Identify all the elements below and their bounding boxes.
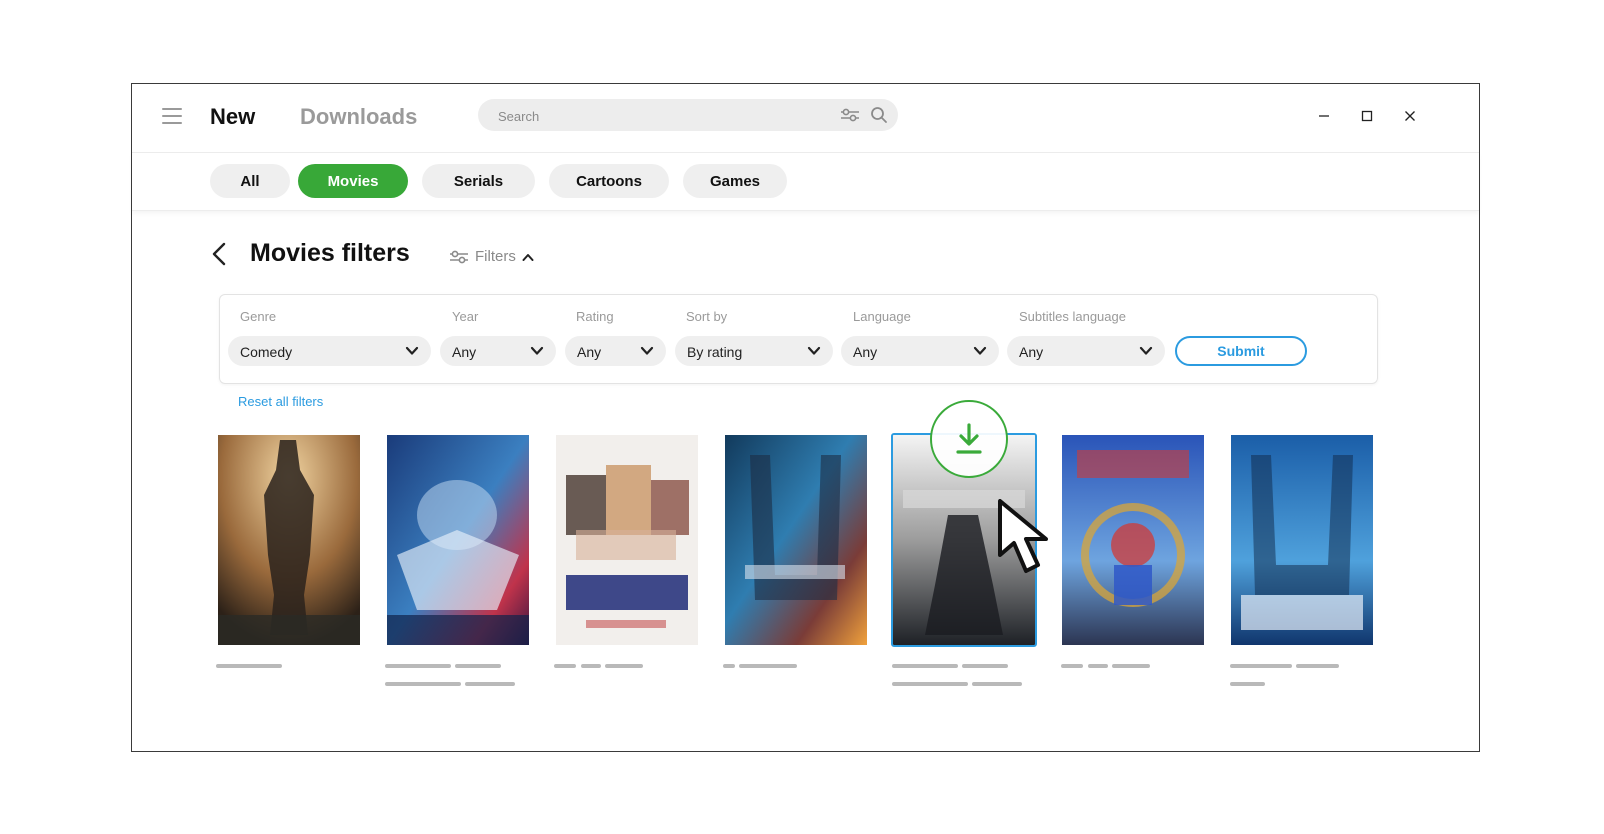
genre-select[interactable]: Comedy [228,336,431,366]
title-placeholder [739,664,797,668]
poster-image [556,435,698,645]
filters-toggle-label: Filters [475,248,516,265]
chevron-down-icon [405,346,419,355]
title-placeholder [962,664,1008,668]
movie-poster-7[interactable] [1231,435,1373,645]
year-label: Year [452,309,479,324]
nav-new[interactable]: New [210,104,255,130]
language-value: Any [853,344,878,360]
movie-poster-4[interactable] [725,435,867,645]
filter-sliders-icon [450,250,468,263]
nav-downloads[interactable]: Downloads [300,104,417,130]
sort-by-label: Sort by [686,309,728,324]
tab-serials[interactable]: Serials [422,164,535,198]
title-placeholder [1061,664,1083,668]
sort-by-value: By rating [687,344,743,360]
title-placeholder [972,682,1022,686]
poster-image [218,435,360,645]
search-bar [478,99,898,133]
title-placeholder [554,664,576,668]
subtitles-value: Any [1019,344,1044,360]
title-placeholder [1088,664,1108,668]
title-placeholder [1230,664,1292,668]
close-icon[interactable] [1398,104,1422,128]
minimize-icon[interactable] [1312,104,1336,128]
language-label: Language [853,309,911,324]
title-placeholder [1112,664,1150,668]
poster-image [725,435,867,645]
filters-toggle[interactable]: Filters [449,248,534,265]
sort-by-select[interactable]: By rating [675,336,833,366]
chevron-down-icon [1139,346,1153,355]
subtitles-select[interactable]: Any [1007,336,1165,366]
tab-all[interactable]: All [210,164,290,198]
subtitles-label: Subtitles language [1019,309,1126,324]
category-tabs: All Movies Serials Cartoons Games [132,152,1479,211]
movie-poster-3[interactable] [556,435,698,645]
title-placeholder [455,664,501,668]
chevron-down-icon [640,346,654,355]
download-button[interactable] [930,400,1008,478]
movie-poster-1[interactable] [218,435,360,645]
title-placeholder [1230,682,1265,686]
search-input[interactable] [496,99,820,133]
tab-games[interactable]: Games [683,164,787,198]
top-bar: New Downloads [132,84,1479,153]
mouse-cursor-icon [998,499,1048,573]
title-placeholder [216,664,282,668]
chevron-down-icon [973,346,987,355]
genre-label: Genre [240,309,277,324]
back-arrow-icon[interactable] [212,242,226,271]
reset-filters-link[interactable]: Reset all filters [238,394,323,409]
tab-cartoons[interactable]: Cartoons [549,164,669,198]
rating-label: Rating [576,309,614,324]
chevron-down-icon [530,346,544,355]
title-placeholder [385,664,451,668]
year-select[interactable]: Any [440,336,556,366]
title-placeholder [1296,664,1339,668]
movie-poster-6[interactable] [1062,435,1204,645]
title-placeholder [385,682,461,686]
tab-movies[interactable]: Movies [298,164,408,198]
page-title: Movies filters [250,239,410,267]
title-placeholder [605,664,643,668]
title-placeholder [892,682,968,686]
poster-image [1231,435,1373,645]
filter-sliders-icon[interactable] [840,107,860,128]
download-icon [956,423,982,454]
chevron-down-icon [807,346,821,355]
filter-panel: Genre Comedy Year Any Rating Any Sort by… [219,294,1378,384]
title-placeholder [465,682,515,686]
menu-icon[interactable] [162,108,182,124]
title-placeholder [892,664,958,668]
genre-value: Comedy [240,344,293,360]
language-select[interactable]: Any [841,336,999,366]
maximize-icon[interactable] [1355,104,1379,128]
rating-select[interactable]: Any [565,336,666,366]
search-icon[interactable] [870,106,888,129]
poster-image [1062,435,1204,645]
submit-button[interactable]: Submit [1175,336,1307,366]
movie-poster-2[interactable] [387,435,529,645]
year-value: Any [452,344,477,360]
title-placeholder [723,664,735,668]
rating-value: Any [577,344,602,360]
poster-image [387,435,529,645]
chevron-up-icon [522,253,534,261]
app-window: New Downloads Search All Movies Serials … [131,83,1480,752]
title-placeholder [581,664,601,668]
